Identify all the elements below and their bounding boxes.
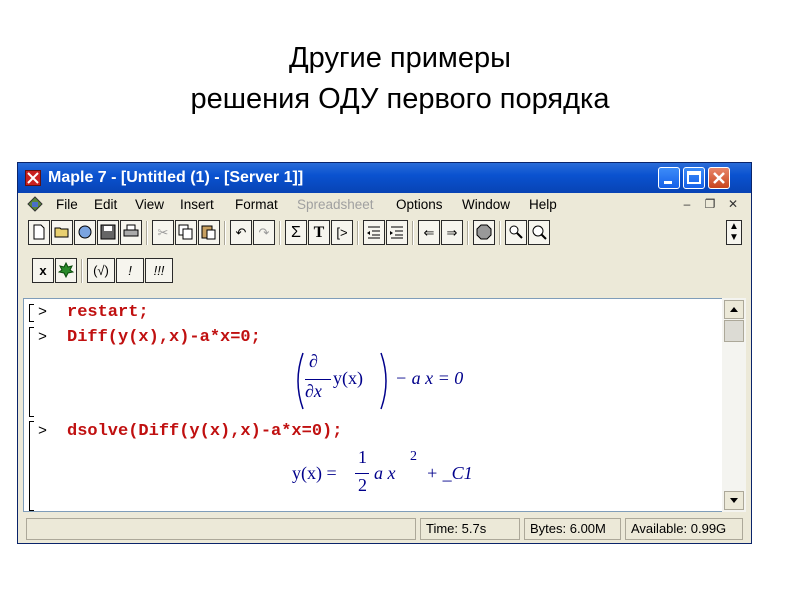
input-prompt: > (38, 329, 48, 346)
output-y-of-x: y(x) (333, 368, 363, 388)
insert-prompt-button[interactable]: [> (331, 220, 353, 245)
status-time: Time: 5.7s (420, 518, 520, 540)
zoom-in-icon[interactable] (505, 220, 527, 245)
toolbar-separator (357, 221, 359, 245)
worksheet[interactable]: > restart; > Diff(y(x),x)-a*x=0; ∂ ∂x y(… (23, 298, 732, 512)
menu-bar: File Edit View Insert Format Spreadsheet… (18, 193, 751, 217)
status-message (26, 518, 416, 540)
insert-math-button[interactable]: Σ (285, 220, 307, 245)
command-restart[interactable]: restart; (67, 303, 149, 322)
command-dsolve[interactable]: dsolve(Diff(y(x),x)-a*x=0); (67, 422, 342, 441)
print-icon[interactable] (120, 220, 142, 245)
execute-check-button[interactable]: (√) (87, 258, 115, 283)
status-bar: Time: 5.7s Bytes: 6.00M Available: 0.99G (18, 515, 751, 543)
minimize-button[interactable] (658, 167, 680, 189)
output-dsolve-solution: y(x) = 1 2 a x 2 + _C1 (292, 447, 512, 505)
slide-title-line1: Другие примеры (289, 42, 511, 74)
menu-window[interactable]: Window (462, 197, 510, 212)
partial-denominator: ∂x (305, 381, 322, 401)
toolbar-separator (146, 221, 148, 245)
toolbar-separator (279, 221, 281, 245)
main-toolbar: ✂ ↶ ↷ Σ T [> ⇐ ⇒ ▲ ▼ (18, 217, 751, 249)
group-bracket[interactable] (29, 304, 34, 322)
input-prompt: > (38, 304, 48, 321)
output-diff-equation: ∂ ∂x y(x) − a x = 0 (291, 351, 491, 411)
zoom-out-icon[interactable] (528, 220, 550, 245)
outdent-icon[interactable] (363, 220, 385, 245)
context-toolbar: x (√) ! !!! (18, 255, 751, 287)
menu-options[interactable]: Options (396, 197, 443, 212)
status-available: Available: 0.99G (625, 518, 743, 540)
fraction-line (305, 379, 331, 380)
toolbar-separator (499, 221, 501, 245)
new-file-icon[interactable] (28, 220, 50, 245)
mdi-close-button[interactable]: ✕ (725, 196, 741, 212)
menu-insert[interactable]: Insert (180, 197, 214, 212)
title-bar[interactable]: Maple 7 - [Untitled (1) - [Server 1]] (18, 163, 751, 193)
group-bracket[interactable] (29, 421, 34, 511)
fraction-line (355, 473, 369, 474)
command-diff[interactable]: Diff(y(x),x)-a*x=0; (67, 328, 261, 347)
toolbar-separator (81, 259, 83, 283)
maple-leaf-icon[interactable] (55, 258, 77, 283)
close-button[interactable] (708, 167, 730, 189)
menu-format[interactable]: Format (235, 197, 278, 212)
mdi-minimize-button[interactable]: – (679, 196, 695, 212)
cut-icon[interactable]: ✂ (152, 220, 174, 245)
output-rhs: − a x = 0 (395, 368, 464, 388)
toolbar-separator (467, 221, 469, 245)
mdi-restore-button[interactable]: ❐ (702, 196, 718, 212)
redo-icon[interactable]: ↷ (253, 220, 275, 245)
execute-button[interactable]: ! (116, 258, 144, 283)
paste-icon[interactable] (198, 220, 220, 245)
indent-icon[interactable] (386, 220, 408, 245)
forward-arrow-icon[interactable]: ⇒ (441, 220, 463, 245)
toolbar-separator (412, 221, 414, 245)
scroll-thumb[interactable] (724, 320, 744, 342)
document-menu-icon[interactable] (27, 196, 43, 212)
slide-title-line2: решения ОДУ первого порядка (190, 83, 610, 115)
scroll-down-button[interactable] (724, 491, 744, 510)
menu-edit[interactable]: Edit (94, 197, 117, 212)
solution-exponent: 2 (410, 449, 417, 464)
toolbar-scroll-button[interactable]: ▲ ▼ (726, 220, 742, 245)
open-folder-icon[interactable] (51, 220, 73, 245)
status-bytes: Bytes: 6.00M (524, 518, 621, 540)
solution-constant: + _C1 (426, 463, 473, 483)
window-title: Maple 7 - [Untitled (1) - [Server 1]] (48, 169, 304, 186)
open-url-icon[interactable] (74, 220, 96, 245)
undo-icon[interactable]: ↶ (230, 220, 252, 245)
solution-lhs: y(x) = (292, 463, 337, 483)
fraction-numerator: 1 (358, 447, 367, 467)
input-prompt: > (38, 423, 48, 440)
stop-icon[interactable] (473, 220, 495, 245)
vertical-scrollbar[interactable] (722, 298, 746, 512)
insert-text-button[interactable]: T (308, 220, 330, 245)
scroll-up-button[interactable] (724, 300, 744, 319)
text-mode-button[interactable]: x (32, 258, 54, 283)
maple-window: Maple 7 - [Untitled (1) - [Server 1]] Fi… (17, 162, 752, 544)
slide-title: Другие примеры решения ОДУ первого поряд… (0, 38, 800, 120)
execute-all-button[interactable]: !!! (145, 258, 173, 283)
partial-numerator: ∂ (309, 351, 318, 371)
maple-app-icon[interactable] (25, 170, 41, 186)
toolbar-separator (224, 221, 226, 245)
save-icon[interactable] (97, 220, 119, 245)
fraction-denominator: 2 (358, 475, 367, 495)
menu-spreadsheet[interactable]: Spreadsheet (297, 197, 374, 212)
solution-ax: a x (374, 463, 396, 483)
maximize-button[interactable] (683, 167, 705, 189)
copy-icon[interactable] (175, 220, 197, 245)
group-bracket[interactable] (29, 327, 34, 417)
menu-file[interactable]: File (56, 197, 78, 212)
back-arrow-icon[interactable]: ⇐ (418, 220, 440, 245)
menu-view[interactable]: View (135, 197, 164, 212)
menu-help[interactable]: Help (529, 197, 557, 212)
